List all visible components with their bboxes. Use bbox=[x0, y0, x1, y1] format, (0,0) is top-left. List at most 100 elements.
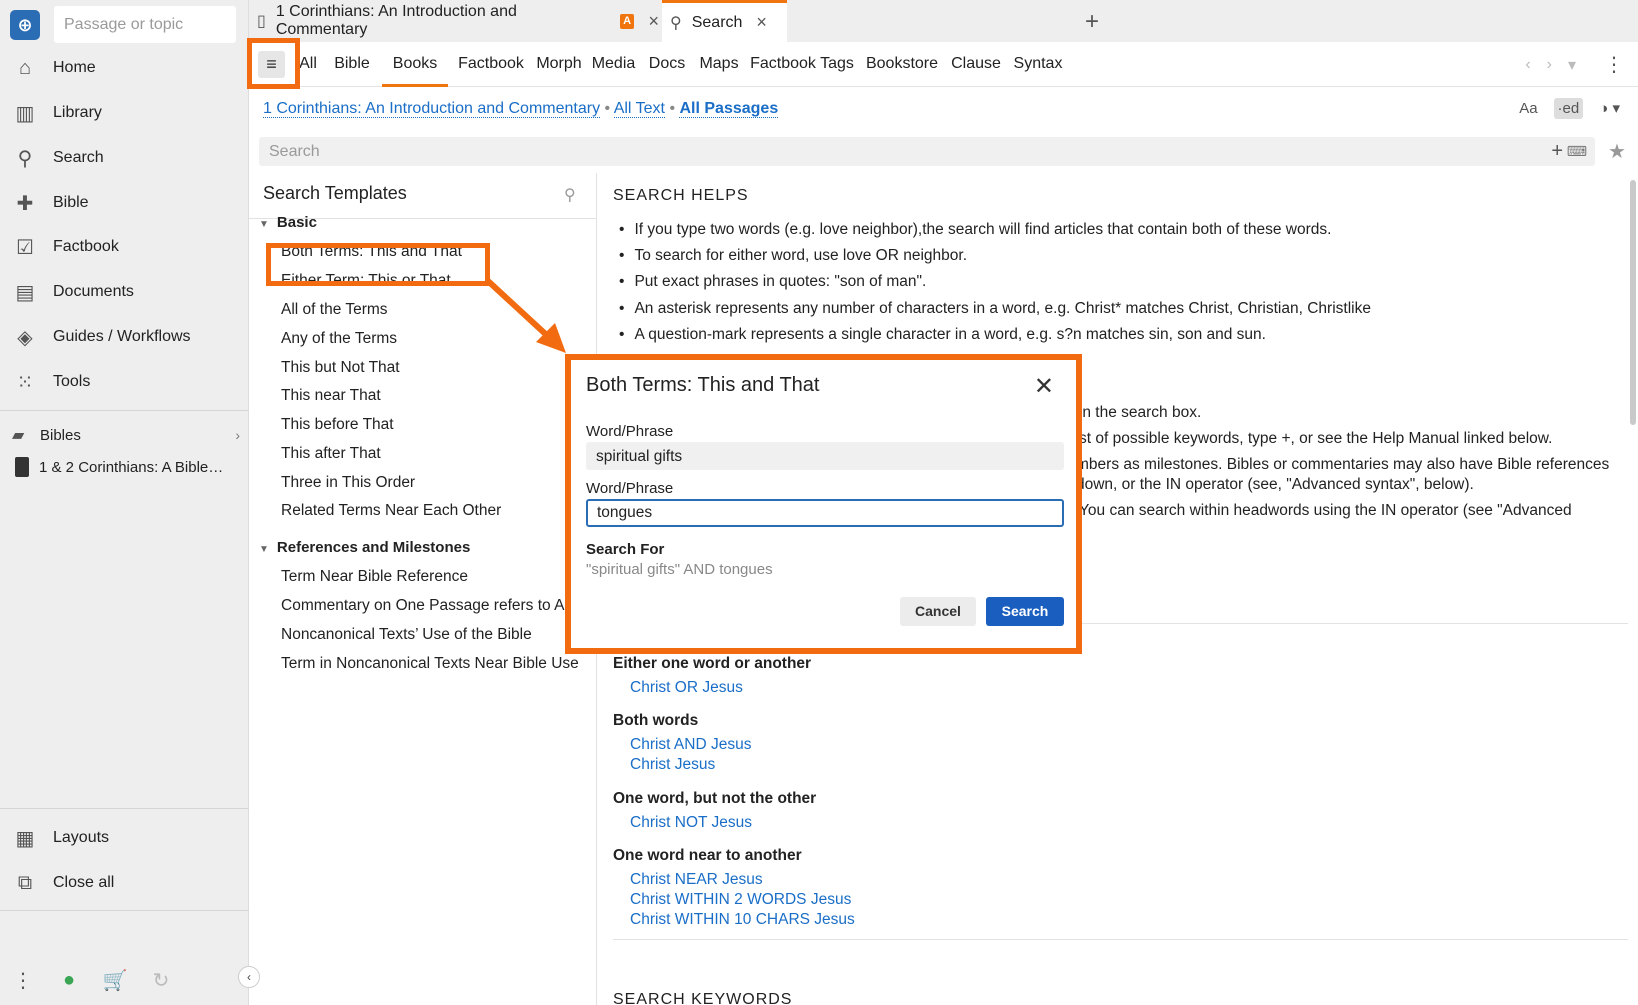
search-icon: ⚲ bbox=[670, 14, 682, 32]
sidebar-item-guides[interactable]: ◈ Guides / Workflows bbox=[0, 317, 249, 357]
search-icon[interactable]: ⚲ bbox=[564, 185, 576, 205]
sidebar-item-label: Documents bbox=[53, 283, 134, 300]
template-item[interactable]: Either Term: This or That bbox=[281, 272, 451, 290]
tab-factbook-tags[interactable]: Factbook Tags bbox=[750, 42, 854, 87]
template-item[interactable]: Commentary on One Passage refers to An bbox=[281, 597, 573, 615]
close-icon[interactable]: ✕ bbox=[1034, 372, 1054, 401]
sidebar-item-bible[interactable]: ✚ Bible bbox=[0, 183, 249, 223]
tab-media[interactable]: Media bbox=[591, 42, 636, 87]
tab-maps[interactable]: Maps bbox=[698, 42, 740, 87]
close-tab-icon[interactable]: × bbox=[648, 11, 659, 32]
sidebar-item-home[interactable]: ⌂ Home bbox=[0, 48, 249, 88]
app-logo-icon[interactable]: ⊕ bbox=[10, 10, 40, 40]
folder-icon: ▰ bbox=[12, 427, 25, 444]
tab-clause[interactable]: Clause bbox=[949, 42, 1003, 87]
word-phrase-label: Word/Phrase bbox=[586, 480, 674, 497]
example-link[interactable]: Christ WITHIN 2 WORDS Jesus bbox=[630, 891, 851, 909]
tab-commentary[interactable]: ▯ 1 Corinthians: An Introduction and Com… bbox=[249, 0, 659, 42]
word-phrase-input-1[interactable]: spiritual gifts bbox=[586, 442, 1064, 470]
search-button[interactable]: Search bbox=[986, 597, 1064, 626]
template-item[interactable]: Both Terms: This and That bbox=[281, 243, 462, 261]
tab-docs[interactable]: Docs bbox=[645, 42, 689, 87]
help-bullet: Put exact phrases in quotes: "son of man… bbox=[619, 273, 926, 291]
template-item[interactable]: Related Terms Near Each Other bbox=[281, 502, 501, 520]
back-arrow-icon[interactable]: ‹ bbox=[1525, 56, 1530, 74]
cart-icon[interactable]: 🛒 bbox=[92, 968, 138, 993]
template-group-basic[interactable]: ▼ Basic bbox=[259, 214, 317, 231]
sync-icon[interactable]: ↻ bbox=[138, 968, 184, 993]
edit-view-icon[interactable]: ·ed bbox=[1553, 97, 1584, 119]
template-item[interactable]: Three in This Order bbox=[281, 474, 415, 492]
history-dropdown-icon[interactable]: ▾ bbox=[1568, 55, 1576, 75]
example-link[interactable]: Christ Jesus bbox=[630, 756, 715, 774]
help-bullet: To search for either word, use love OR n… bbox=[619, 247, 967, 265]
sidebar-library-bibles[interactable]: ▰ Bibles › bbox=[12, 425, 240, 445]
sidebar-item-library[interactable]: ▥ Library bbox=[0, 93, 249, 133]
template-item[interactable]: All of the Terms bbox=[281, 301, 388, 319]
visual-filter-icon[interactable]: ◑ ▾ bbox=[1595, 97, 1624, 119]
help-text-fragment: n in the search box. bbox=[1066, 404, 1202, 421]
template-item[interactable]: This after That bbox=[281, 445, 381, 463]
template-item[interactable]: Term Near Bible Reference bbox=[281, 568, 468, 586]
tab-morph[interactable]: Morph bbox=[534, 42, 584, 87]
hamburger-menu-button[interactable]: ≡ bbox=[258, 51, 285, 78]
sidebar-item-search[interactable]: ⚲ Search bbox=[0, 138, 249, 178]
more-vertical-icon[interactable]: ⋮ bbox=[0, 968, 46, 993]
add-tab-icon[interactable]: + bbox=[1085, 8, 1099, 36]
template-item[interactable]: This but Not That bbox=[281, 359, 400, 377]
close-tab-icon[interactable]: × bbox=[756, 12, 767, 33]
more-vertical-icon[interactable]: ⋮ bbox=[1604, 52, 1624, 77]
example-link[interactable]: Christ OR Jesus bbox=[630, 679, 743, 697]
sidebar-item-factbook[interactable]: ☑ Factbook bbox=[0, 227, 249, 267]
sidebar-item-layouts[interactable]: ▦ Layouts bbox=[0, 818, 249, 858]
help-scrollbar[interactable] bbox=[1630, 180, 1636, 425]
word-phrase-input-2[interactable]: tongues bbox=[586, 499, 1064, 527]
template-item[interactable]: This before That bbox=[281, 416, 394, 434]
tab-search[interactable]: ⚲ Search × bbox=[662, 0, 787, 42]
user-status-icon[interactable]: ● bbox=[46, 969, 92, 992]
chevron-down-icon: ▼ bbox=[259, 219, 269, 230]
breadcrumb-passages-link[interactable]: All Passages bbox=[679, 100, 779, 118]
history-navigation: ‹ › ▾ ⋮ bbox=[1525, 42, 1624, 87]
tab-factbook[interactable]: Factbook bbox=[456, 42, 526, 87]
tab-all[interactable]: All bbox=[294, 42, 322, 87]
home-icon: ⌂ bbox=[18, 56, 32, 79]
sidebar-item-close-all[interactable]: ⧉ Close all bbox=[0, 863, 249, 903]
collapse-sidebar-button[interactable]: ‹ bbox=[238, 966, 260, 988]
passage-input[interactable]: Passage or topic bbox=[54, 6, 236, 43]
example-link[interactable]: Christ NEAR Jesus bbox=[630, 871, 763, 889]
search-input[interactable]: Search + ⌨ bbox=[259, 137, 1595, 166]
template-group-references[interactable]: ▼ References and Milestones bbox=[259, 539, 470, 556]
template-item[interactable]: Noncanonical Texts’ Use of the Bible bbox=[281, 626, 532, 644]
tab-books[interactable]: Books bbox=[382, 42, 448, 87]
example-heading: Either one word or another bbox=[613, 655, 812, 672]
tools-icon: ⁙ bbox=[16, 371, 34, 394]
tab-bible[interactable]: Bible bbox=[331, 42, 373, 87]
chevron-right-icon[interactable]: › bbox=[235, 427, 240, 443]
cancel-button[interactable]: Cancel bbox=[900, 597, 976, 626]
sidebar-divider bbox=[0, 410, 249, 411]
breadcrumb-text-link[interactable]: All Text bbox=[613, 100, 665, 118]
add-keyword-icon[interactable]: + bbox=[1551, 137, 1563, 166]
breadcrumb-resource-link[interactable]: 1 Corinthians: An Introduction and Comme… bbox=[263, 100, 601, 118]
template-item[interactable]: This near That bbox=[281, 387, 381, 405]
favorite-star-icon[interactable]: ★ bbox=[1608, 139, 1626, 164]
sidebar-item-tools[interactable]: ⁙ Tools bbox=[0, 362, 249, 402]
tab-bookstore[interactable]: Bookstore bbox=[862, 42, 942, 87]
sidebar-library-book[interactable]: 1 & 2 Corinthians: A Bible… bbox=[12, 457, 240, 477]
example-link[interactable]: Christ WITHIN 10 CHARS Jesus bbox=[630, 911, 855, 929]
word-phrase-label: Word/Phrase bbox=[586, 423, 674, 440]
forward-arrow-icon[interactable]: › bbox=[1547, 56, 1552, 74]
sidebar-item-documents[interactable]: ▤ Documents bbox=[0, 272, 249, 312]
tab-syntax[interactable]: Syntax bbox=[1011, 42, 1065, 87]
example-link[interactable]: Christ NOT Jesus bbox=[630, 814, 752, 832]
example-heading: Both words bbox=[613, 712, 699, 729]
sidebar-divider bbox=[0, 910, 249, 911]
tab-bar: ▯ 1 Corinthians: An Introduction and Com… bbox=[249, 0, 1638, 42]
template-item[interactable]: Term in Noncanonical Texts Near Bible Us… bbox=[281, 655, 579, 673]
template-item[interactable]: Any of the Terms bbox=[281, 330, 397, 348]
example-link[interactable]: Christ AND Jesus bbox=[630, 736, 751, 754]
tab-label: 1 Corinthians: An Introduction and Comme… bbox=[275, 3, 517, 38]
font-size-icon[interactable]: Aa bbox=[1515, 98, 1541, 119]
keyboard-icon[interactable]: ⌨ bbox=[1567, 137, 1587, 166]
